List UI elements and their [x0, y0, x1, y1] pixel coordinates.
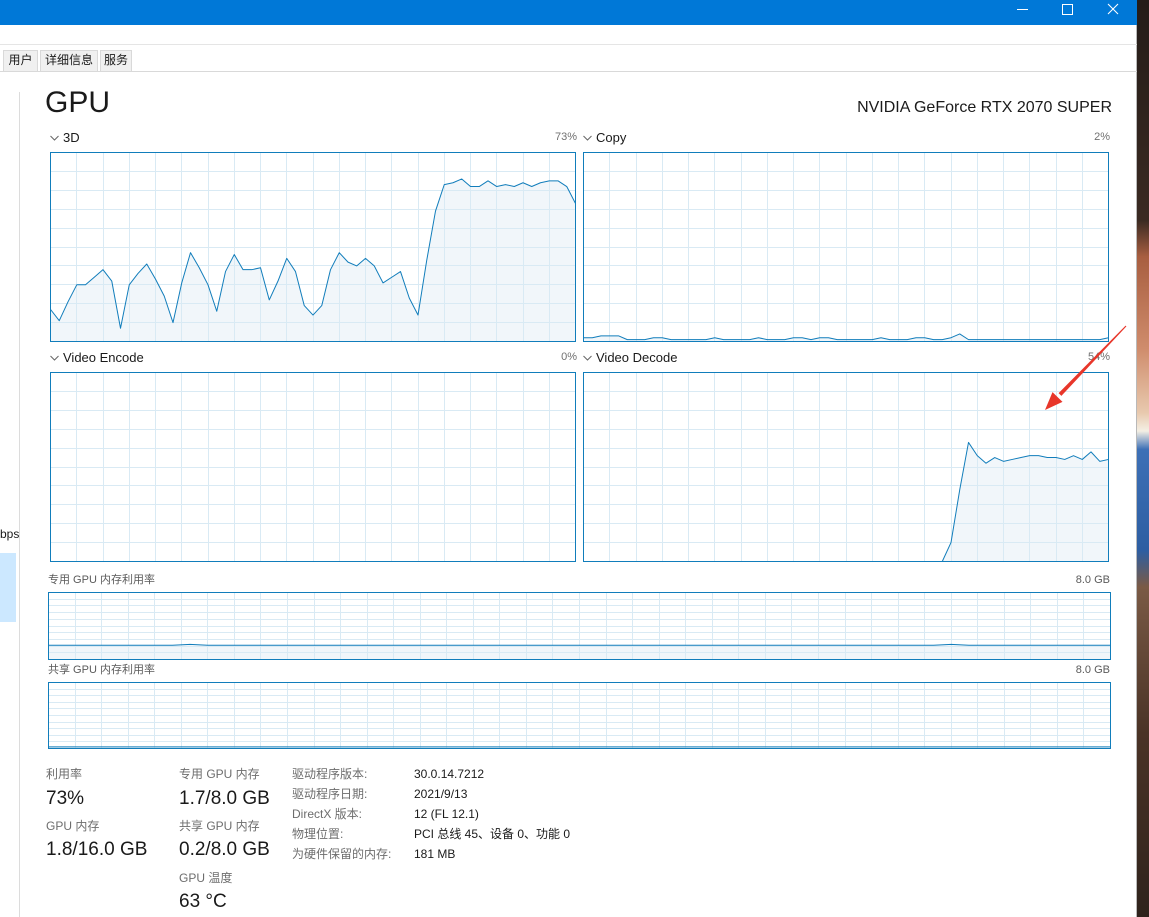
utilization-value: 73%	[46, 788, 85, 809]
engine-selector-copy[interactable]: Copy	[582, 130, 626, 146]
engine-selector-3d[interactable]: 3D	[49, 130, 80, 146]
sidebar-separator	[19, 92, 20, 917]
close-button[interactable]	[1091, 0, 1137, 25]
dedicated-memory-capacity: 8.0 GB	[1075, 574, 1110, 586]
tab-details[interactable]: 详细信息	[40, 50, 98, 71]
physical-location-label: 物理位置:	[292, 827, 344, 841]
engine-selector-video-encode[interactable]: Video Encode	[49, 350, 144, 366]
window-border	[1136, 0, 1137, 917]
shared-memory-capacity: 8.0 GB	[1075, 664, 1110, 676]
engine-graph-copy	[583, 152, 1109, 342]
reserved-memory-value: 181 MB	[414, 847, 456, 861]
physical-location-value: PCI 总线 45、设备 0、功能 0	[414, 827, 571, 841]
chevron-down-icon	[50, 135, 59, 141]
dedicated-memory-graph	[48, 592, 1111, 660]
gpu-memory-label: GPU 内存	[46, 819, 100, 833]
maximize-button[interactable]	[1045, 0, 1091, 25]
directx-version-label: DirectX 版本:	[292, 807, 363, 821]
minimize-button[interactable]	[999, 0, 1045, 25]
shared-memory-graph	[48, 682, 1111, 749]
reserved-memory-label: 为硬件保留的内存:	[292, 847, 392, 861]
shared-memory-graph-label: 共享 GPU 内存利用率	[48, 664, 155, 676]
engine-label: 3D	[63, 130, 80, 145]
gpu-temperature-label: GPU 温度	[179, 871, 233, 885]
chevron-down-icon	[583, 135, 592, 141]
engine-percent: 0%	[561, 351, 577, 363]
utilization-label: 利用率	[46, 767, 83, 781]
driver-date-label: 驱动程序日期:	[292, 787, 368, 801]
page-title: GPU	[45, 86, 111, 119]
tab-users[interactable]: 用户	[3, 50, 38, 71]
gpu-memory-value: 1.8/16.0 GB	[46, 839, 148, 860]
engine-label: Video Decode	[596, 350, 678, 365]
directx-version-value: 12 (FL 12.1)	[414, 807, 479, 821]
engine-selector-video-decode[interactable]: Video Decode	[582, 350, 677, 366]
engine-label: Copy	[596, 130, 627, 145]
close-icon	[1107, 3, 1119, 15]
engine-percent: 2%	[1094, 131, 1110, 143]
engine-label: Video Encode	[63, 350, 144, 365]
dedicated-memory-label: 专用 GPU 内存	[179, 767, 260, 781]
driver-date-value: 2021/9/13	[414, 787, 468, 801]
engine-percent: 73%	[554, 131, 577, 143]
shared-memory-value: 0.2/8.0 GB	[179, 839, 270, 860]
minimize-icon	[1017, 9, 1028, 10]
chevron-down-icon	[583, 355, 592, 361]
gpu-temperature-value: 63 °C	[179, 891, 227, 912]
tab-strip-border	[0, 71, 1137, 72]
dedicated-memory-value: 1.7/8.0 GB	[179, 788, 270, 809]
menu-bar	[0, 25, 1137, 45]
driver-version-label: 驱动程序版本:	[292, 767, 368, 781]
maximize-icon	[1062, 4, 1073, 15]
engine-percent: 54%	[1087, 351, 1110, 363]
engine-graph-video-decode	[583, 372, 1109, 562]
title-bar	[0, 0, 1137, 25]
dedicated-memory-graph-label: 专用 GPU 内存利用率	[48, 574, 155, 586]
shared-memory-label: 共享 GPU 内存	[179, 819, 260, 833]
engine-graph-3d	[50, 152, 576, 342]
device-name: NVIDIA GeForce RTX 2070 SUPER	[857, 99, 1112, 116]
engine-graph-video-encode	[50, 372, 576, 562]
chevron-down-icon	[50, 355, 59, 361]
driver-version-value: 30.0.14.7212	[414, 767, 485, 781]
sidebar-item-selected[interactable]	[0, 553, 16, 622]
desktop-background	[1137, 0, 1149, 917]
tab-services[interactable]: 服务	[100, 50, 132, 71]
sidebar-item-label: bps	[0, 527, 20, 541]
